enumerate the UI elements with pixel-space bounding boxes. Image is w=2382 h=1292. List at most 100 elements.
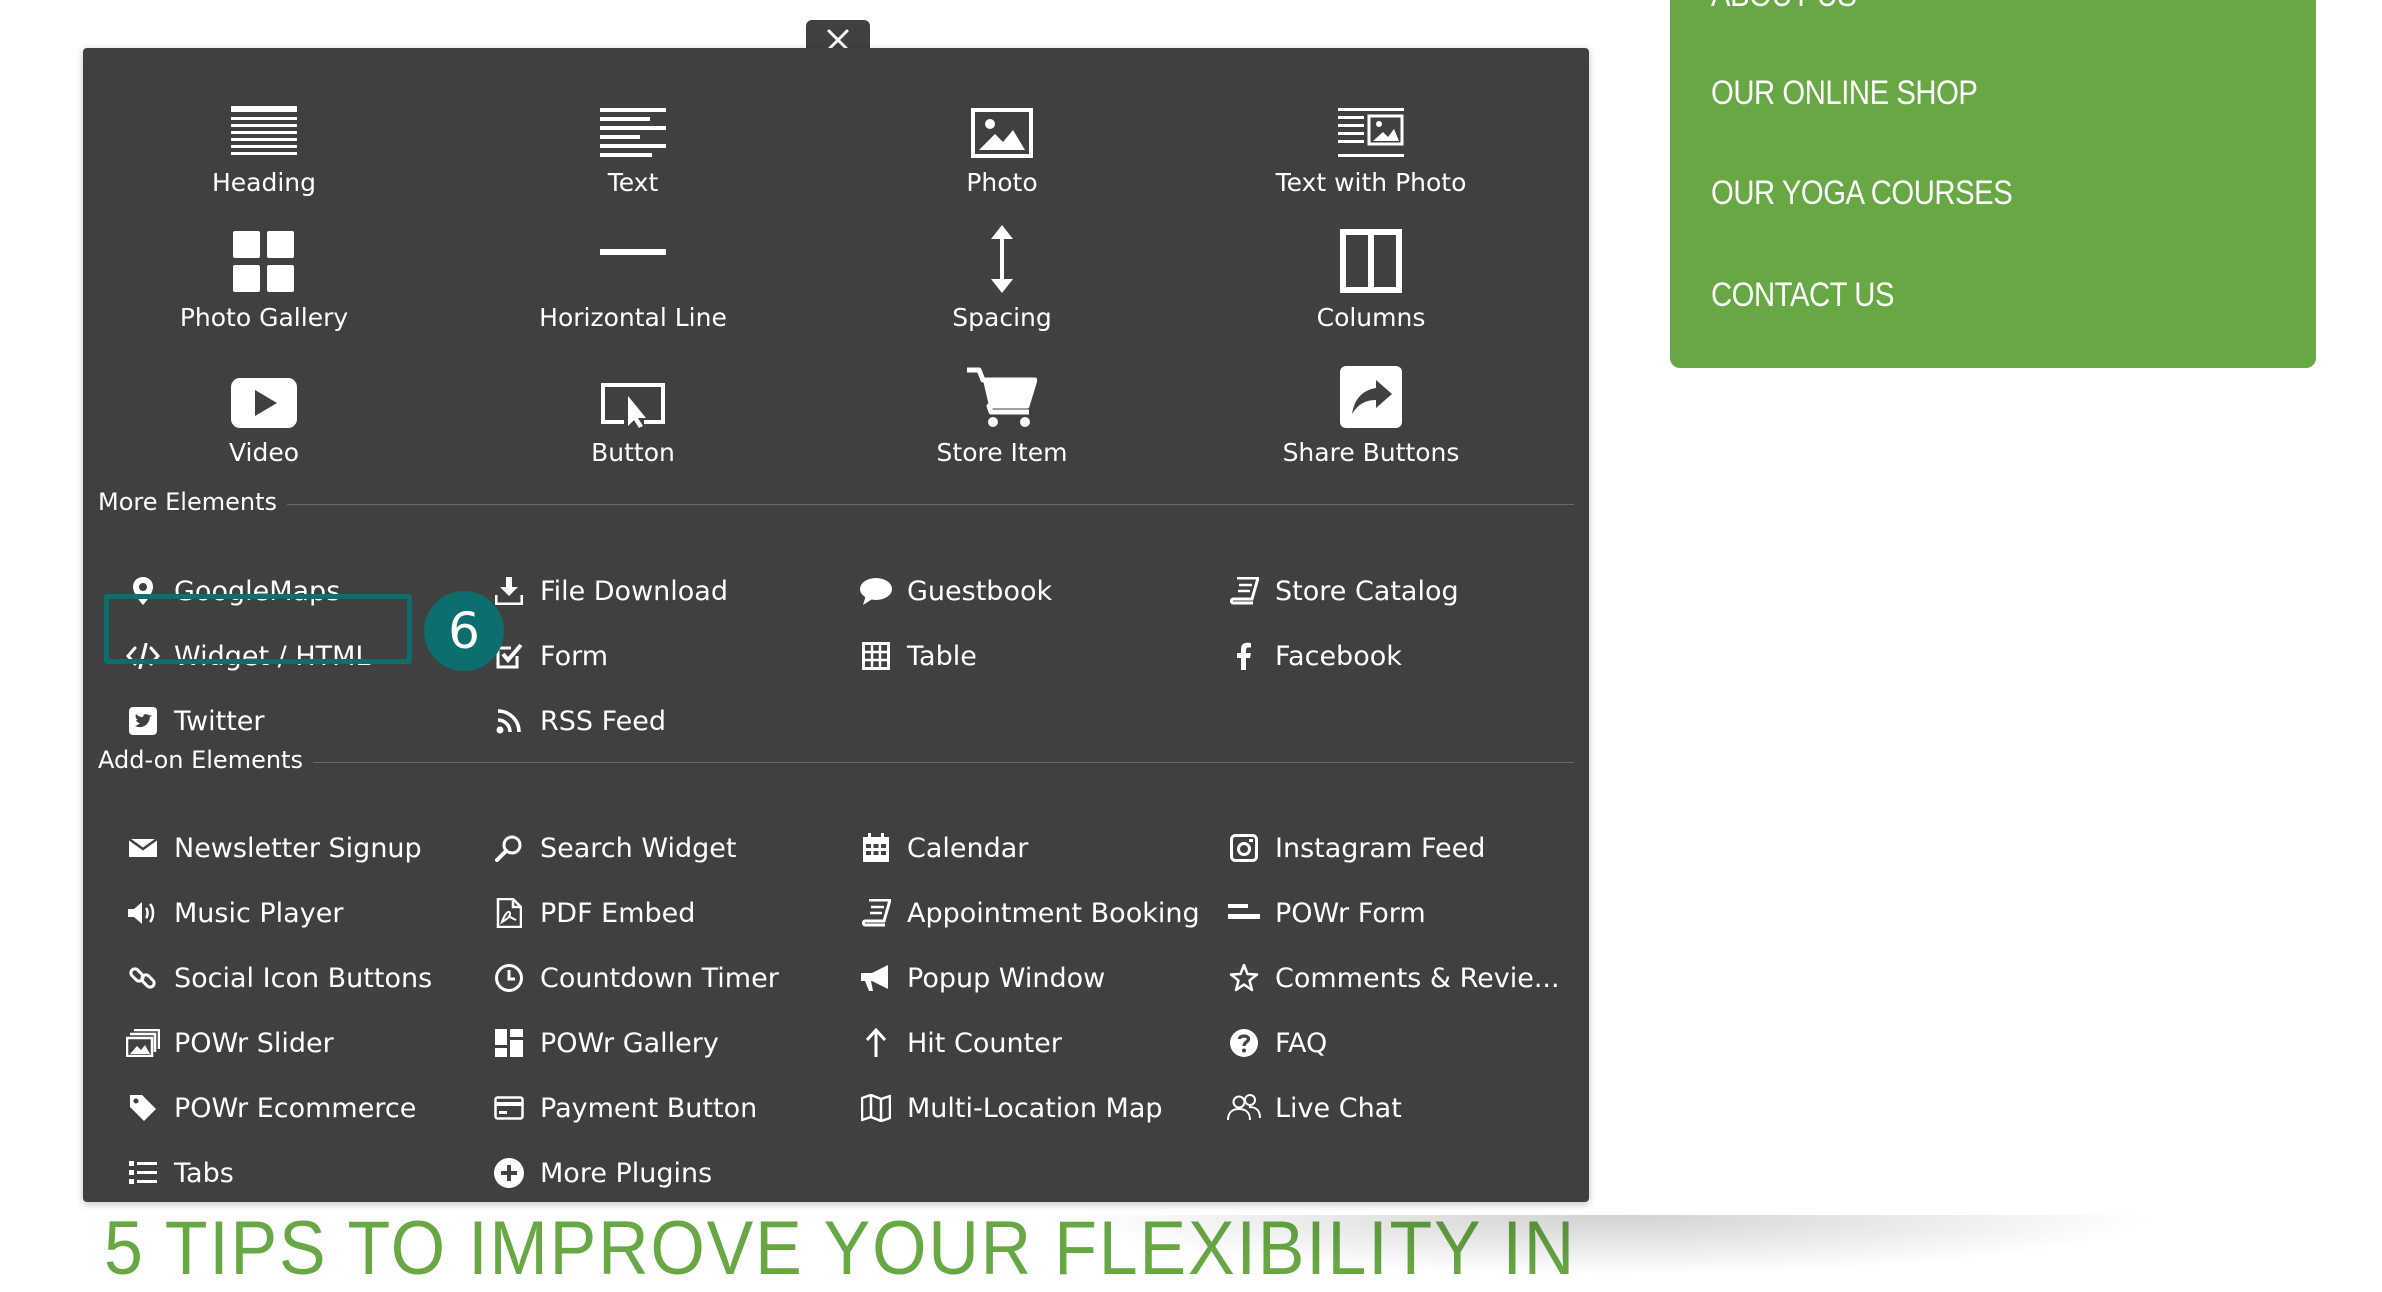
item-social-icon-buttons[interactable]: Social Icon Buttons <box>112 954 432 1002</box>
item-label: POWr Slider <box>174 1027 334 1059</box>
tile-label: Text with Photo <box>1275 168 1467 197</box>
tile-label: Button <box>591 438 675 467</box>
item-music-player[interactable]: Music Player <box>112 889 343 937</box>
item-twitter[interactable]: Twitter <box>112 697 265 745</box>
item-comments-reviews[interactable]: Comments & Revie... <box>1213 954 1560 1002</box>
item-label: FAQ <box>1275 1027 1328 1059</box>
tile-horizontal-line[interactable]: Horizontal Line <box>453 213 813 332</box>
tile-video[interactable]: Video <box>84 348 444 467</box>
calendar-icon <box>863 833 889 862</box>
item-calendar[interactable]: Calendar <box>845 824 1028 872</box>
heading-icon <box>231 106 297 155</box>
item-multi-location-map[interactable]: Multi-Location Map <box>845 1084 1163 1132</box>
item-pdf-embed[interactable]: PDF Embed <box>478 889 695 937</box>
video-icon <box>231 378 297 428</box>
megaphone-icon <box>861 965 888 991</box>
item-label: Store Catalog <box>1275 575 1459 607</box>
item-more-plugins[interactable]: More Plugins <box>478 1149 712 1197</box>
item-label: Twitter <box>174 705 265 737</box>
item-label: File Download <box>540 575 728 607</box>
instagram-icon <box>1230 834 1258 862</box>
tile-label: Video <box>228 438 300 467</box>
item-hit-counter[interactable]: Hit Counter <box>845 1019 1062 1067</box>
tile-text[interactable]: Text <box>453 78 813 197</box>
addon-elements-heading: Add-on Elements <box>98 746 313 774</box>
item-label: Newsletter Signup <box>174 832 422 864</box>
tile-heading[interactable]: Heading <box>84 78 444 197</box>
tile-store-item[interactable]: Store Item <box>822 348 1182 467</box>
item-rss-feed[interactable]: RSS Feed <box>478 697 666 745</box>
item-label: Popup Window <box>907 962 1106 994</box>
tile-share-buttons[interactable]: Share Buttons <box>1191 348 1551 467</box>
tile-columns[interactable]: Columns <box>1191 213 1551 332</box>
item-file-download[interactable]: File Download <box>478 567 728 615</box>
item-store-catalog[interactable]: Store Catalog <box>1213 567 1459 615</box>
item-instagram-feed[interactable]: Instagram Feed <box>1213 824 1485 872</box>
item-label: Search Widget <box>540 832 737 864</box>
item-label: Guestbook <box>907 575 1053 607</box>
item-label: Hit Counter <box>907 1027 1062 1059</box>
speaker-icon <box>128 902 155 924</box>
share-icon <box>1340 366 1402 428</box>
item-label: Social Icon Buttons <box>174 962 433 994</box>
clock-icon <box>495 964 523 992</box>
tile-label: Photo Gallery <box>179 303 349 332</box>
text-with-photo-icon <box>1338 108 1404 157</box>
item-label: Payment Button <box>540 1092 758 1124</box>
item-powr-gallery[interactable]: POWr Gallery <box>478 1019 719 1067</box>
tile-label: Share Buttons <box>1282 438 1460 467</box>
nav-item-online-shop[interactable]: OUR ONLINE SHOP <box>1711 74 1978 113</box>
twitter-icon <box>129 707 157 735</box>
slider-icon <box>126 1029 160 1057</box>
item-appointment-booking[interactable]: Appointment Booking <box>845 889 1200 937</box>
map-icon <box>861 1094 891 1122</box>
item-label: More Plugins <box>540 1157 713 1189</box>
item-label: RSS Feed <box>540 705 667 737</box>
nav-item-contact-us[interactable]: CONTACT US <box>1711 276 1895 315</box>
item-countdown-timer[interactable]: Countdown Timer <box>478 954 779 1002</box>
item-facebook[interactable]: Facebook <box>1213 632 1402 680</box>
tile-photo-gallery[interactable]: Photo Gallery <box>84 213 444 332</box>
item-label: Comments & Revie... <box>1275 962 1560 994</box>
item-label: Table <box>907 640 977 672</box>
star-icon <box>1229 963 1259 992</box>
tag-icon <box>130 1095 156 1121</box>
item-newsletter-signup[interactable]: Newsletter Signup <box>112 824 422 872</box>
item-label: PDF Embed <box>540 897 696 929</box>
item-search-widget[interactable]: Search Widget <box>478 824 736 872</box>
item-live-chat[interactable]: Live Chat <box>1213 1084 1402 1132</box>
spacing-icon <box>991 225 1013 293</box>
side-nav: ABOUT US OUR ONLINE SHOP OUR YOGA COURSE… <box>1670 0 2316 368</box>
item-label: Calendar <box>907 832 1029 864</box>
nav-item-yoga-courses[interactable]: OUR YOGA COURSES <box>1711 174 2013 213</box>
item-label: POWr Gallery <box>540 1027 719 1059</box>
tile-spacing[interactable]: Spacing <box>822 213 1182 332</box>
plus-circle-icon <box>494 1158 524 1188</box>
item-powr-form[interactable]: POWr Form <box>1213 889 1426 937</box>
book-icon <box>1230 577 1259 605</box>
tile-label: Heading <box>211 168 317 197</box>
more-elements-heading: More Elements <box>98 488 287 516</box>
facebook-icon <box>1237 642 1251 670</box>
item-label: Instagram Feed <box>1275 832 1486 864</box>
tile-text-with-photo[interactable]: Text with Photo <box>1191 78 1551 197</box>
item-label: POWr Ecommerce <box>174 1092 417 1124</box>
item-faq[interactable]: FAQ <box>1213 1019 1327 1067</box>
item-powr-slider[interactable]: POWr Slider <box>112 1019 334 1067</box>
item-guestbook[interactable]: Guestbook <box>845 567 1052 615</box>
nav-item-about-us[interactable]: ABOUT US <box>1711 0 1857 15</box>
tile-photo[interactable]: Photo <box>822 78 1182 197</box>
widget-html-highlight <box>104 594 412 664</box>
item-tabs[interactable]: Tabs <box>112 1149 234 1197</box>
item-label: Facebook <box>1275 640 1402 672</box>
users-icon <box>1227 1094 1261 1121</box>
download-icon <box>495 577 523 605</box>
item-table[interactable]: Table <box>845 632 977 680</box>
item-popup-window[interactable]: Popup Window <box>845 954 1105 1002</box>
item-payment-button[interactable]: Payment Button <box>478 1084 757 1132</box>
speech-bubble-icon <box>860 578 892 605</box>
envelope-icon <box>129 837 157 857</box>
item-powr-ecommerce[interactable]: POWr Ecommerce <box>112 1084 416 1132</box>
tile-button[interactable]: Button <box>453 348 813 467</box>
photo-gallery-icon <box>233 231 294 292</box>
